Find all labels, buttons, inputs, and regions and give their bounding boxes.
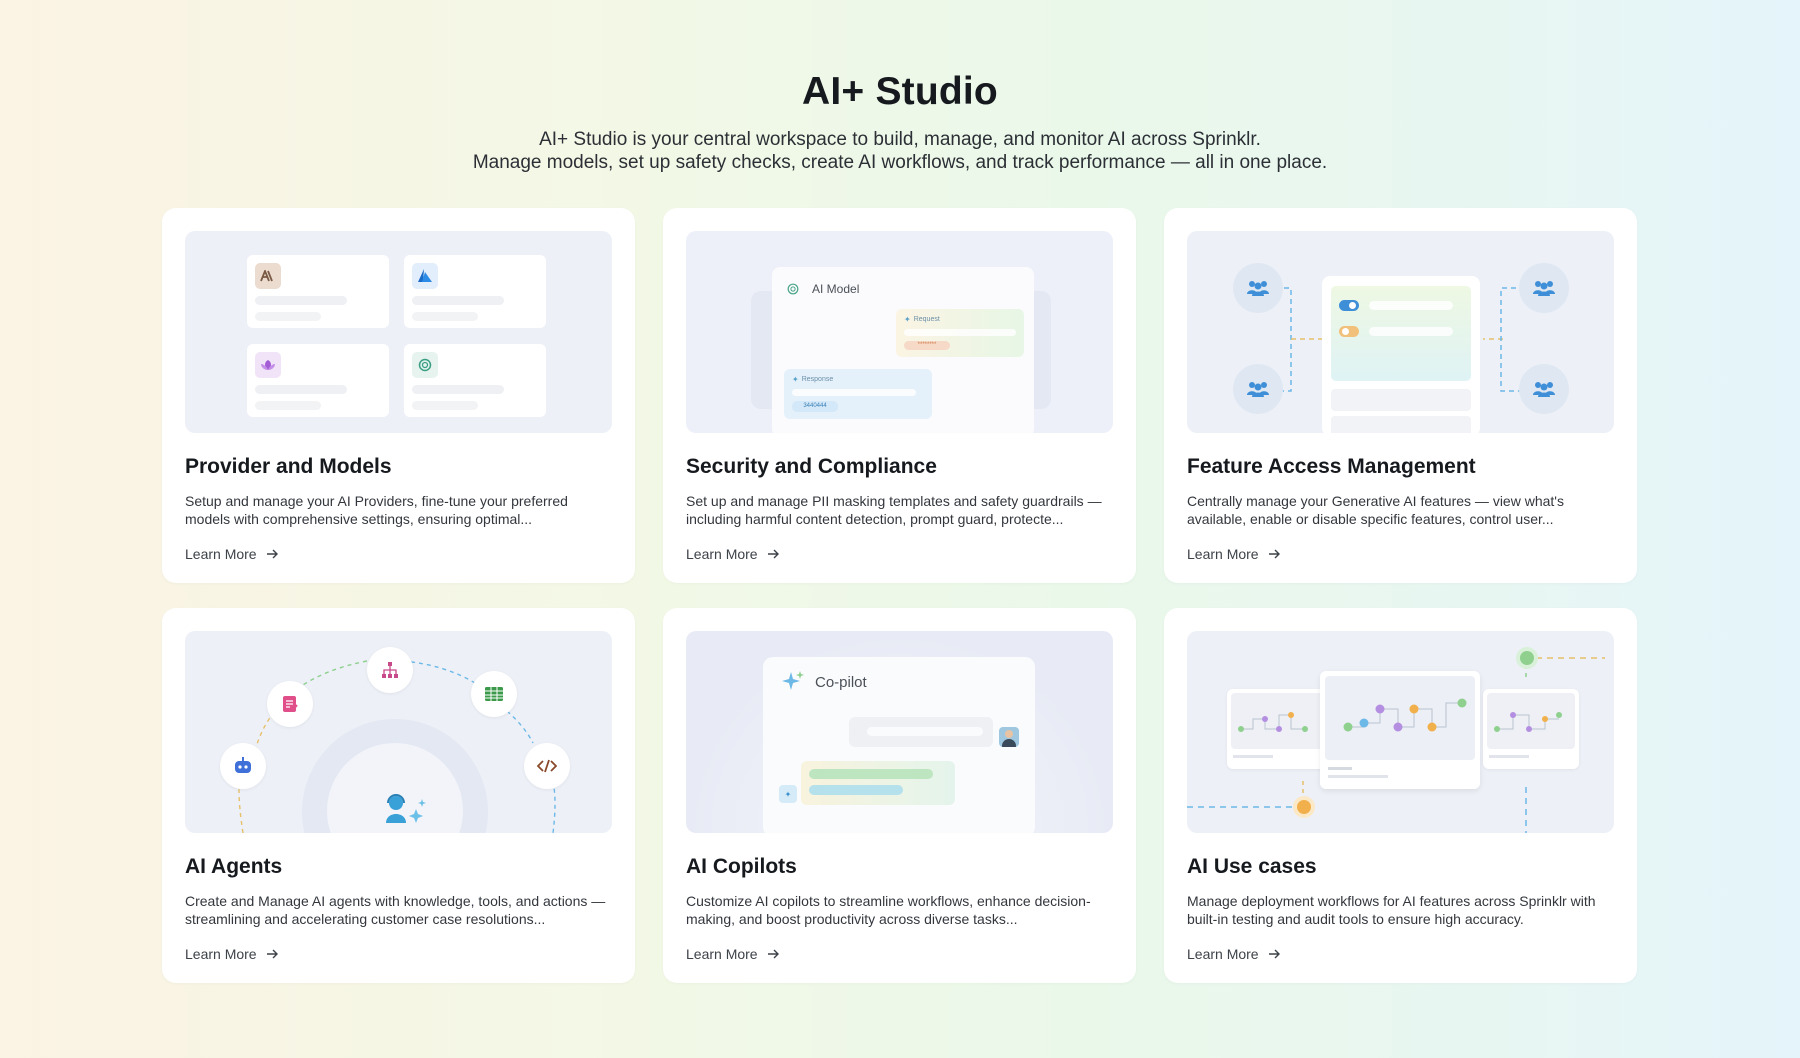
- org-chart-icon: [367, 647, 413, 693]
- ai-model-icon: [786, 282, 800, 301]
- arrow-right-icon: [1268, 949, 1280, 959]
- learn-more-link[interactable]: Learn More: [1187, 946, 1281, 962]
- request-label: Request: [913, 316, 940, 323]
- learn-more-label: Learn More: [185, 946, 257, 962]
- card-ai-use-cases[interactable]: AI Use cases Manage deployment workflows…: [1164, 608, 1637, 983]
- arrow-right-icon: [266, 949, 278, 959]
- card-title: Provider and Models: [185, 455, 392, 478]
- arrow-right-icon: [1268, 549, 1280, 559]
- anthropic-logo-icon: [255, 263, 281, 289]
- learn-more-label: Learn More: [1187, 946, 1259, 962]
- node-dot-orange: [1297, 800, 1311, 814]
- page-subtitle: AI+ Studio is your central workspace to …: [0, 128, 1800, 174]
- card-ai-copilots[interactable]: Co-pilot ✦ AI Copilots Customize AI copi…: [663, 608, 1136, 983]
- arrow-right-icon: [266, 549, 278, 559]
- learn-more-link[interactable]: Learn More: [686, 946, 780, 962]
- card-description: Manage deployment workflows for AI featu…: [1187, 893, 1596, 927]
- card-title: Feature Access Management: [1187, 455, 1476, 478]
- masked-value: ********: [904, 341, 950, 350]
- learn-more-link[interactable]: Learn More: [686, 546, 780, 562]
- ai-model-title: AI Model: [812, 282, 860, 296]
- openai-logo-icon: [412, 352, 438, 378]
- card-description: Set up and manage PII masking templates …: [686, 493, 1102, 527]
- card-description: Create and Manage AI agents with knowled…: [185, 893, 606, 927]
- toggle-off: [1339, 326, 1359, 337]
- learn-more-label: Learn More: [686, 946, 758, 962]
- card-description: Setup and manage your AI Providers, fine…: [185, 493, 568, 527]
- card-title: Security and Compliance: [686, 455, 937, 478]
- card-title: AI Copilots: [686, 855, 797, 878]
- agent-support-icon: [382, 791, 428, 832]
- provider-illustration: [185, 231, 612, 433]
- sparkle-icon: ✦: [792, 375, 799, 384]
- card-title: AI Use cases: [1187, 855, 1317, 878]
- response-value: 3440444: [792, 401, 838, 412]
- card-description: Centrally manage your Generative AI feat…: [1187, 493, 1564, 527]
- people-group-icon: [1233, 364, 1283, 414]
- node-dot-green: [1520, 651, 1534, 665]
- sparkle-icon: ✦: [904, 315, 911, 324]
- azure-logo-icon: [412, 263, 438, 289]
- bot-icon: [220, 743, 266, 789]
- learn-more-label: Learn More: [686, 546, 758, 562]
- subtitle-line-2: Manage models, set up safety checks, cre…: [472, 152, 1328, 173]
- feature-access-illustration: [1187, 231, 1614, 433]
- lotus-logo-icon: [255, 352, 281, 378]
- card-description: Customize AI copilots to streamline work…: [686, 893, 1091, 927]
- copilot-illustration: Co-pilot ✦: [686, 631, 1113, 833]
- card-security-and-compliance[interactable]: AI Model ✦ Request ******** ✦ Response 3…: [663, 208, 1136, 583]
- feature-card-grid: Provider and Models Setup and manage you…: [162, 208, 1637, 983]
- code-icon: [524, 743, 570, 789]
- spreadsheet-icon: [471, 671, 517, 717]
- response-label: Response: [801, 376, 834, 383]
- learn-more-link[interactable]: Learn More: [185, 546, 279, 562]
- card-provider-and-models[interactable]: Provider and Models Setup and manage you…: [162, 208, 635, 583]
- sparkle-icon: ✦: [779, 785, 797, 803]
- toggle-on: [1339, 300, 1359, 311]
- card-feature-access-management[interactable]: Feature Access Management Centrally mana…: [1164, 208, 1637, 583]
- sparkle-icon: [781, 669, 805, 698]
- copilot-title: Co-pilot: [815, 674, 867, 691]
- checklist-icon: [267, 681, 313, 727]
- use-cases-illustration: [1187, 631, 1614, 833]
- card-ai-agents[interactable]: AI Agents Create and Manage AI agents wi…: [162, 608, 635, 983]
- people-group-icon: [1233, 263, 1283, 313]
- learn-more-label: Learn More: [185, 546, 257, 562]
- arrow-right-icon: [767, 949, 779, 959]
- learn-more-label: Learn More: [1187, 546, 1259, 562]
- page-title: AI+ Studio: [802, 70, 998, 113]
- user-avatar: [999, 727, 1019, 747]
- security-illustration: AI Model ✦ Request ******** ✦ Response 3…: [686, 231, 1113, 433]
- learn-more-link[interactable]: Learn More: [185, 946, 279, 962]
- people-group-icon: [1519, 364, 1569, 414]
- subtitle-line-1: AI+ Studio is your central workspace to …: [539, 129, 1261, 150]
- card-title: AI Agents: [185, 855, 283, 878]
- page-header: AI+ Studio AI+ Studio is your central wo…: [0, 70, 1800, 174]
- arrow-right-icon: [767, 549, 779, 559]
- learn-more-link[interactable]: Learn More: [1187, 546, 1281, 562]
- people-group-icon: [1519, 263, 1569, 313]
- agents-illustration: [185, 631, 612, 833]
